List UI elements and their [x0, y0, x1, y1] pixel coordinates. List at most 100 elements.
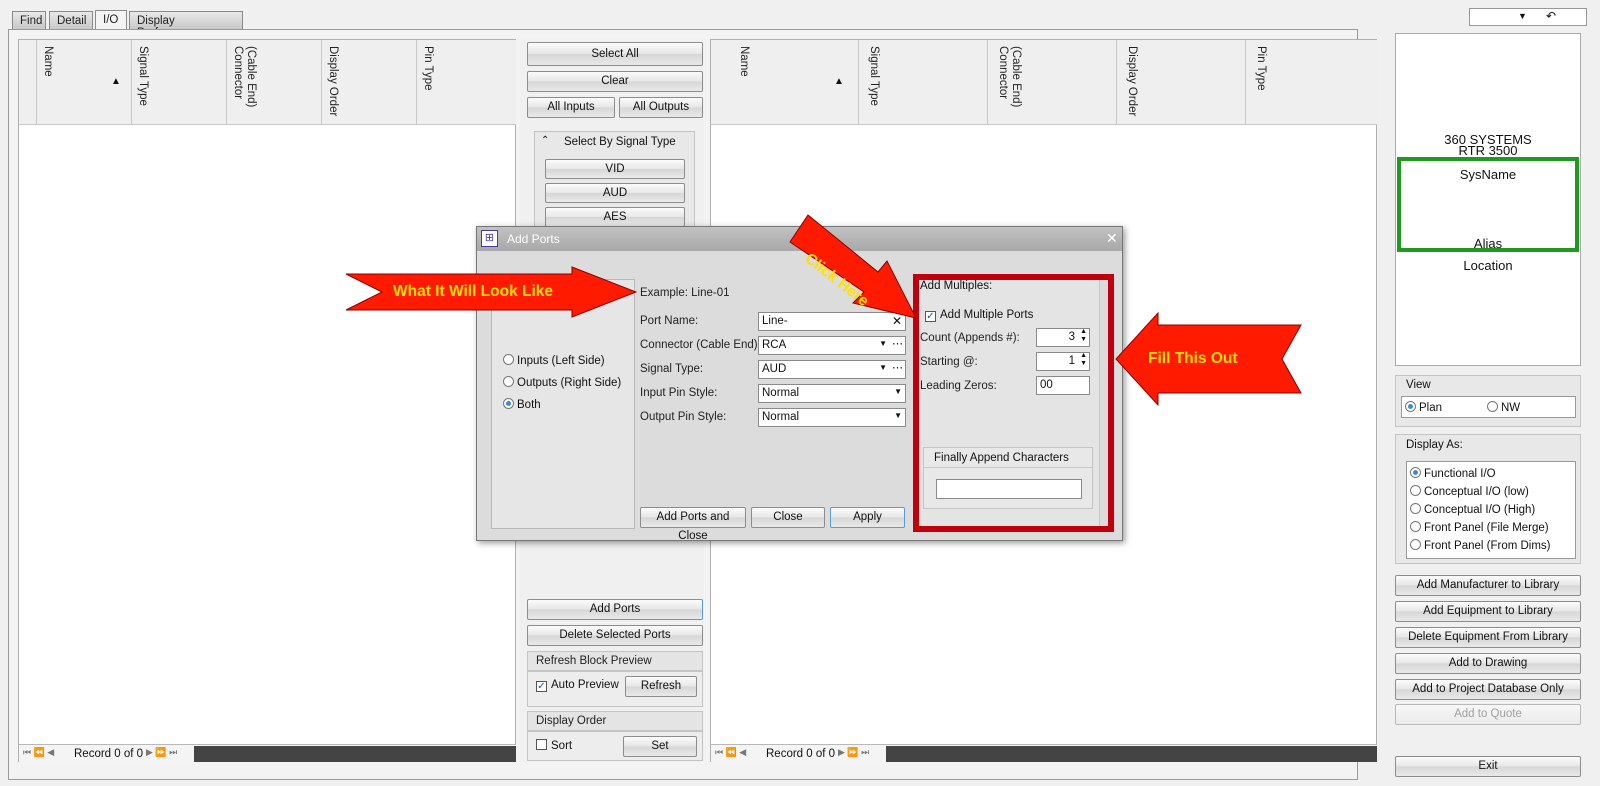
column-display-order[interactable]: Display Order: [1117, 40, 1246, 124]
what-it-will-look-like-callout: What It Will Look Like: [393, 283, 554, 300]
inputs-left-side-radio[interactable]: Inputs (Left Side): [503, 354, 605, 367]
input-pin-style-select[interactable]: Normal ▼: [758, 384, 906, 403]
nav-forward-icon[interactable]: ▶ ⏩ ⏭: [146, 747, 177, 758]
chevron-down-icon[interactable]: ▼: [1518, 11, 1527, 21]
exit-button[interactable]: Exit: [1395, 756, 1581, 777]
horizontal-scrollbar[interactable]: [886, 746, 1377, 762]
column-signal-type[interactable]: Signal Type: [859, 40, 988, 124]
chevron-down-icon[interactable]: ▼: [894, 411, 902, 420]
port-name-value: Line-: [762, 315, 788, 327]
view-plan-radio[interactable]: Plan: [1405, 401, 1442, 414]
radio-label: Front Panel (File Merge): [1424, 522, 1549, 534]
column-connector[interactable]: (Cable End) Connector: [227, 40, 322, 124]
signal-type-vid-button[interactable]: VID: [545, 159, 685, 179]
column-label: Signal Type: [868, 46, 880, 106]
tab-find[interactable]: Find: [12, 11, 46, 29]
tab-io[interactable]: I/O: [95, 10, 127, 30]
add-manufacturer-to-library-button[interactable]: Add Manufacturer to Library: [1395, 575, 1581, 596]
display-as-conceptual-low-radio[interactable]: Conceptual I/O (low): [1410, 485, 1529, 498]
column-display-order[interactable]: Display Order: [322, 40, 417, 124]
clear-button[interactable]: Clear: [527, 71, 703, 92]
radio-selected-icon[interactable]: [1405, 401, 1416, 412]
refresh-button[interactable]: Refresh: [625, 676, 697, 697]
column-pin-type[interactable]: Pin Type: [417, 40, 516, 124]
delete-selected-ports-button[interactable]: Delete Selected Ports: [527, 625, 703, 646]
grid-indicator-column: [19, 40, 37, 124]
column-connector[interactable]: (Cable End) Connector: [988, 40, 1117, 124]
nav-arrows-icon[interactable]: ⏮ ⏪ ◀: [715, 747, 746, 758]
radio-label: NW: [1501, 402, 1521, 414]
radio-unselected-icon[interactable]: [1410, 521, 1421, 532]
nav-forward-icon[interactable]: ▶ ⏩ ⏭: [838, 747, 869, 758]
left-port-grid[interactable]: Name ▲ Signal Type (Cable End) Connector …: [18, 39, 516, 762]
add-ports-button[interactable]: Add Ports: [527, 599, 703, 620]
all-inputs-button[interactable]: All Inputs: [527, 97, 615, 118]
chevron-down-icon[interactable]: ▼: [879, 363, 887, 372]
chevron-down-icon[interactable]: ▼: [879, 339, 887, 348]
ellipsis-icon[interactable]: ⋯: [892, 361, 903, 374]
undo-icon[interactable]: ↶: [1546, 9, 1556, 23]
output-pin-style-select[interactable]: Normal ▼: [758, 408, 906, 427]
tab-display-preferences[interactable]: Display Preferences: [129, 11, 243, 39]
signal-type-value: AUD: [762, 363, 787, 375]
radio-unselected-icon[interactable]: [503, 354, 514, 365]
display-as-conceptual-high-radio[interactable]: Conceptual I/O (High): [1410, 503, 1535, 516]
record-counter: Record 0 of 0: [74, 748, 144, 760]
column-label: Display Order: [327, 46, 339, 117]
collapse-icon[interactable]: ⌃: [541, 135, 549, 146]
port-name-field[interactable]: Line- ✕: [758, 312, 906, 331]
apply-button[interactable]: Apply: [830, 507, 905, 528]
input-pin-style-label: Input Pin Style:: [640, 387, 718, 399]
radio-selected-icon[interactable]: [1410, 467, 1421, 478]
signal-type-aud-button[interactable]: AUD: [545, 183, 685, 203]
signal-type-aes-button[interactable]: AES: [545, 207, 685, 227]
tab-detail[interactable]: Detail: [49, 11, 93, 29]
display-as-front-panel-file-radio[interactable]: Front Panel (File Merge): [1410, 521, 1549, 534]
connector-select[interactable]: RCA ▼ ⋯: [758, 336, 906, 355]
display-as-functional-radio[interactable]: Functional I/O: [1410, 467, 1496, 480]
both-radio[interactable]: Both: [503, 398, 541, 411]
radio-unselected-icon[interactable]: [1410, 503, 1421, 514]
add-to-project-database-button[interactable]: Add to Project Database Only: [1395, 679, 1581, 700]
clear-icon[interactable]: ✕: [892, 314, 902, 328]
select-all-button[interactable]: Select All: [527, 42, 703, 66]
add-to-drawing-button[interactable]: Add to Drawing: [1395, 653, 1581, 674]
radio-unselected-icon[interactable]: [1410, 485, 1421, 496]
column-signal-type[interactable]: Signal Type: [132, 40, 227, 124]
set-button[interactable]: Set: [623, 736, 697, 757]
nav-arrows-icon[interactable]: ⏮ ⏪ ◀: [23, 747, 54, 758]
horizontal-scrollbar[interactable]: [194, 746, 516, 762]
column-name[interactable]: Name ▲: [711, 40, 859, 124]
signal-type-select[interactable]: AUD ▼ ⋯: [758, 360, 906, 379]
radio-unselected-icon[interactable]: [503, 376, 514, 387]
radio-unselected-icon[interactable]: [1410, 539, 1421, 550]
preview-sysname: SysName: [1459, 167, 1517, 182]
add-ports-and-close-button[interactable]: Add Ports and Close: [640, 507, 746, 542]
dialog-title-bar[interactable]: ⊞ Add Ports ✕: [477, 227, 1122, 251]
radio-unselected-icon[interactable]: [1487, 401, 1498, 412]
close-button[interactable]: Close: [751, 507, 825, 528]
add-equipment-to-library-button[interactable]: Add Equipment to Library: [1395, 601, 1581, 622]
left-grid-navigator[interactable]: ⏮ ⏪ ◀ Record 0 of 0 ▶ ⏩ ⏭: [19, 744, 516, 762]
add-to-quote-button[interactable]: Add to Quote: [1395, 704, 1581, 725]
chevron-down-icon[interactable]: ▼: [894, 387, 902, 396]
sort-checkbox[interactable]: Sort: [536, 739, 572, 752]
outputs-right-side-radio[interactable]: Outputs (Right Side): [503, 376, 621, 389]
delete-equipment-from-library-button[interactable]: Delete Equipment From Library: [1395, 627, 1581, 648]
view-nw-radio[interactable]: NW: [1487, 401, 1520, 414]
column-pin-type[interactable]: Pin Type: [1246, 40, 1377, 124]
close-icon[interactable]: ✕: [1106, 230, 1118, 247]
ellipsis-icon[interactable]: ⋯: [892, 337, 903, 350]
radio-selected-icon[interactable]: [503, 398, 514, 409]
auto-preview-checkbox[interactable]: ✓ Auto Preview: [536, 679, 619, 692]
radio-label: Conceptual I/O (low): [1424, 486, 1529, 498]
top-right-dropdown[interactable]: ▼ ↶: [1469, 8, 1587, 26]
display-order-header: Display Order: [527, 711, 703, 731]
right-grid-navigator[interactable]: ⏮ ⏪ ◀ Record 0 of 0 ▶ ⏩ ⏭: [711, 744, 1377, 762]
display-as-front-panel-dims-radio[interactable]: Front Panel (From Dims): [1410, 539, 1551, 552]
checkbox-checked-icon[interactable]: ✓: [536, 681, 547, 692]
checkbox-unchecked-icon[interactable]: [536, 739, 547, 750]
column-name[interactable]: Name ▲: [37, 40, 132, 124]
radio-label: Front Panel (From Dims): [1424, 540, 1551, 552]
all-outputs-button[interactable]: All Outputs: [619, 97, 703, 118]
